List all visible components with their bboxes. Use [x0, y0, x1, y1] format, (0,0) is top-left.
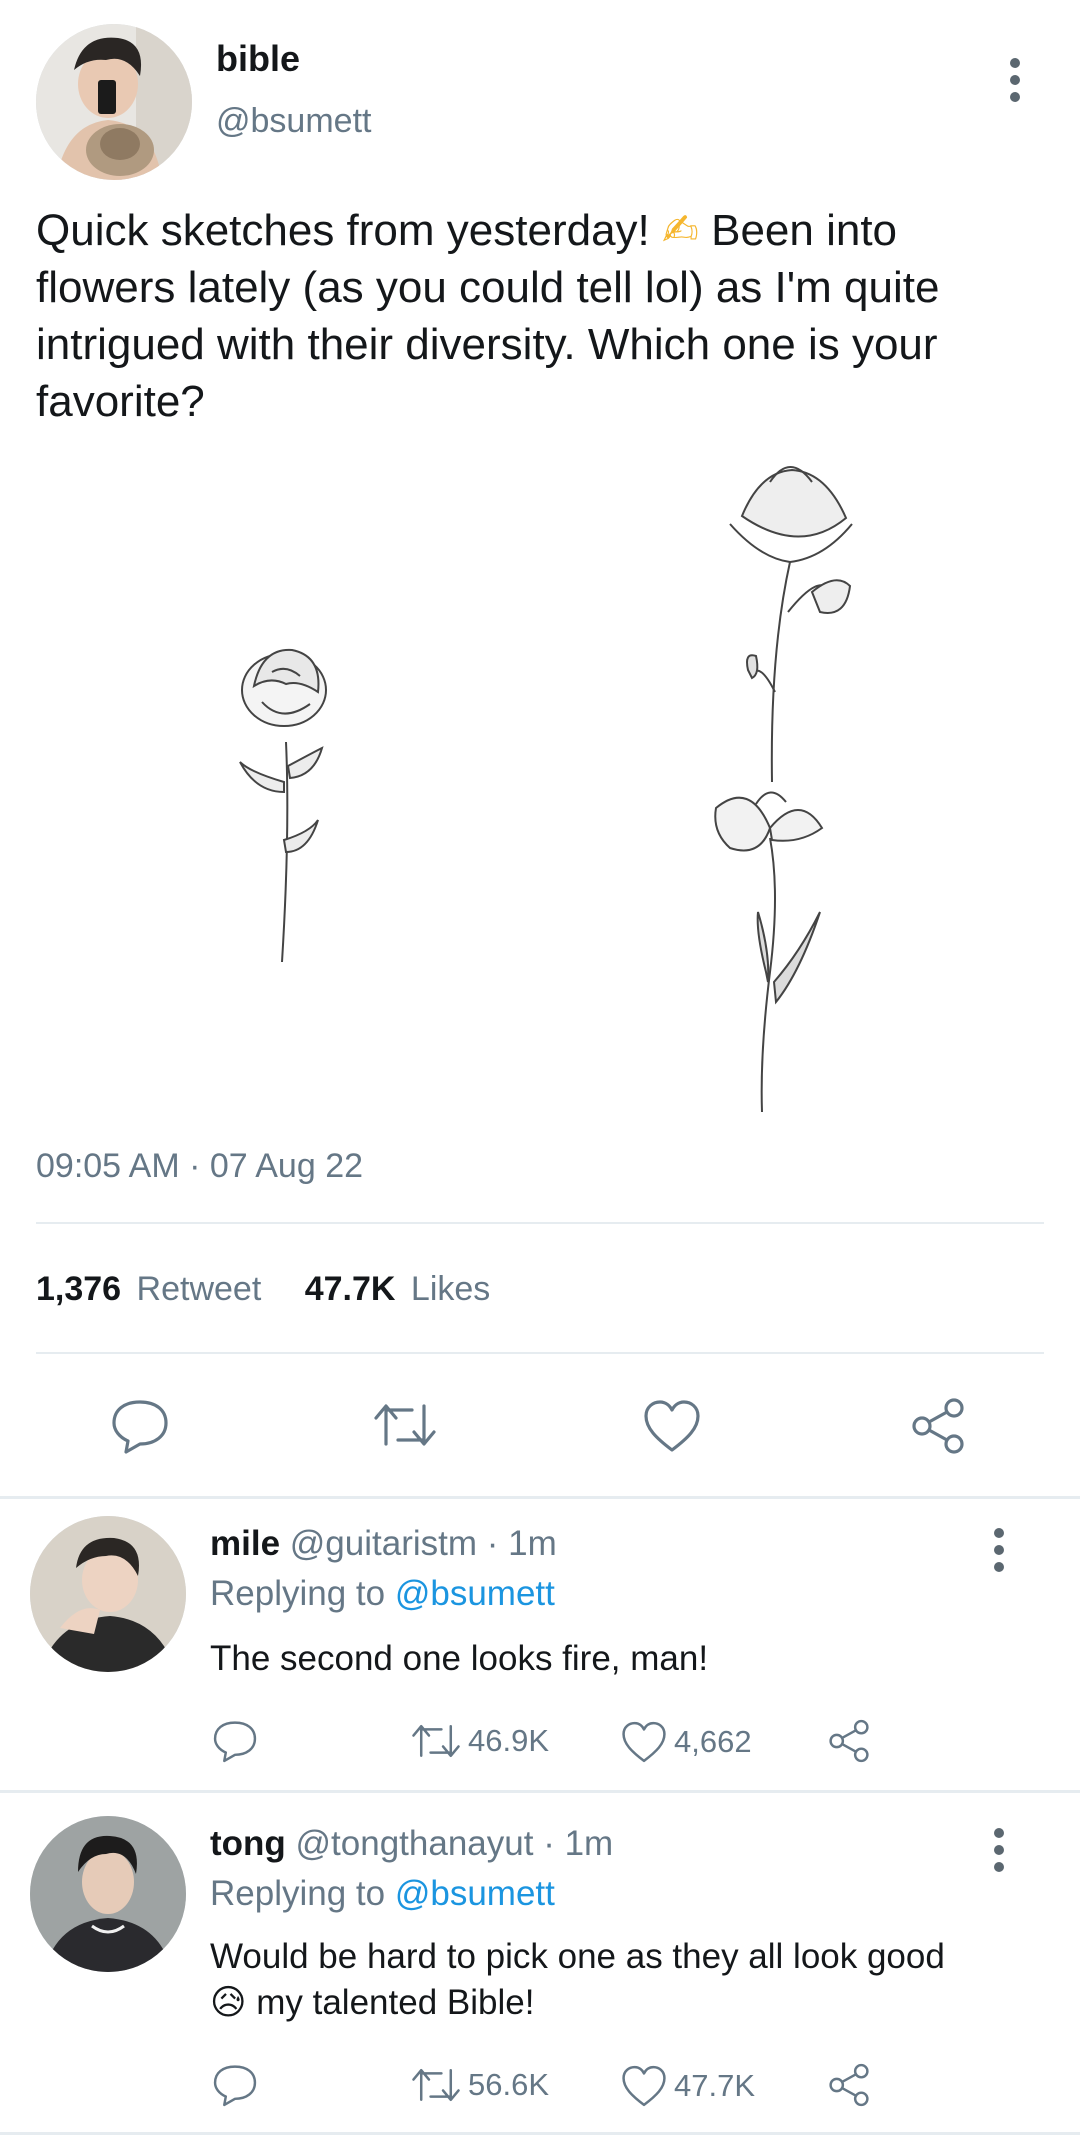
more-vertical-icon[interactable] [992, 1528, 1006, 1579]
divider [36, 1352, 1044, 1354]
replying-to-label: Replying to [210, 1874, 386, 1913]
share-icon[interactable] [908, 1396, 968, 1456]
replying-to-handle[interactable]: @bsumett [395, 1874, 555, 1913]
divider [0, 2132, 1080, 2135]
tweet-text-part1: Quick sketches from yesterday! [36, 206, 662, 255]
reply-text-body: Would be hard to pick one as they all lo… [210, 1937, 945, 1976]
reply-header: tong @tongthanayut · 1m [210, 1824, 613, 1864]
retweet-icon[interactable] [410, 1720, 462, 1762]
reply-display-name[interactable]: tong [210, 1824, 286, 1863]
reply-text: The second one looks fire, man! [210, 1636, 1030, 1682]
reply-handle[interactable]: @guitaristm [290, 1524, 477, 1563]
reply-handle[interactable]: @tongthanayut [296, 1824, 534, 1863]
rose-sketch [239, 648, 327, 963]
author-handle[interactable]: @bsumett [216, 102, 371, 141]
reply-header: mile @guitaristm · 1m [210, 1524, 557, 1564]
divider [36, 1222, 1044, 1224]
divider [0, 1496, 1080, 1499]
likes-label[interactable]: Likes [411, 1270, 490, 1308]
reply-text-body: The second one looks fire, man! [210, 1639, 709, 1678]
author-avatar[interactable] [36, 24, 192, 180]
heart-icon[interactable] [620, 1720, 668, 1764]
reply-icon[interactable] [212, 1718, 258, 1764]
share-icon[interactable] [826, 2062, 872, 2108]
divider [0, 1790, 1080, 1793]
tweet-timestamp[interactable]: 09:05 AM · 07 Aug 22 [36, 1147, 363, 1186]
share-icon[interactable] [826, 1718, 872, 1764]
reply-icon[interactable] [212, 2062, 258, 2108]
lotus-sketch [729, 466, 853, 783]
likes-count[interactable]: 47.7K [305, 1270, 396, 1308]
reply-time: · 1m [486, 1524, 557, 1563]
replying-to-handle[interactable]: @bsumett [395, 1574, 555, 1613]
retweet-icon[interactable] [372, 1398, 438, 1452]
reply-avatar[interactable] [30, 1816, 186, 1972]
writing-hand-emoji: ✍ [662, 206, 699, 255]
reply-retweet-action[interactable]: 46.9K [410, 1720, 549, 1762]
replying-to-label: Replying to [210, 1574, 386, 1613]
lily-sketch [714, 791, 824, 1113]
reply-retweet-count: 46.9K [468, 1723, 550, 1758]
reply-like-count: 4,662 [674, 1724, 752, 1759]
heart-icon[interactable] [620, 2064, 668, 2108]
reply-avatar[interactable] [30, 1516, 186, 1672]
reply-text-tail: my talented Bible! [246, 1983, 535, 2022]
reply-like-count: 47.7K [674, 2068, 756, 2103]
tweet-image[interactable] [0, 452, 1080, 1120]
reply-time: · 1m [543, 1824, 614, 1863]
reply-like-action[interactable]: 4,662 [620, 1720, 752, 1764]
retweet-count[interactable]: 1,376 [36, 1270, 121, 1308]
retweet-label[interactable]: Retweet [137, 1270, 262, 1308]
reply-display-name[interactable]: mile [210, 1524, 280, 1563]
retweet-icon[interactable] [410, 2064, 462, 2106]
more-vertical-icon[interactable] [1008, 58, 1022, 109]
reply-icon[interactable] [110, 1396, 170, 1456]
tweet-stats: 1,376 Retweet 47.7K Likes [36, 1270, 490, 1309]
more-vertical-icon[interactable] [992, 1828, 1006, 1879]
reply-text: Would be hard to pick one as they all lo… [210, 1934, 1030, 2026]
replying-to: Replying to @bsumett [210, 1874, 555, 1914]
tweet-text: Quick sketches from yesterday! ✍ Been in… [36, 202, 1046, 430]
author-display-name[interactable]: bible [216, 38, 300, 80]
reply-like-action[interactable]: 47.7K [620, 2064, 755, 2108]
heart-icon[interactable] [642, 1398, 702, 1454]
replying-to: Replying to @bsumett [210, 1574, 555, 1614]
reply-retweet-action[interactable]: 56.6K [410, 2064, 549, 2106]
sad-face-emoji: 😥 [210, 1983, 247, 2022]
reply-retweet-count: 56.6K [468, 2067, 550, 2102]
